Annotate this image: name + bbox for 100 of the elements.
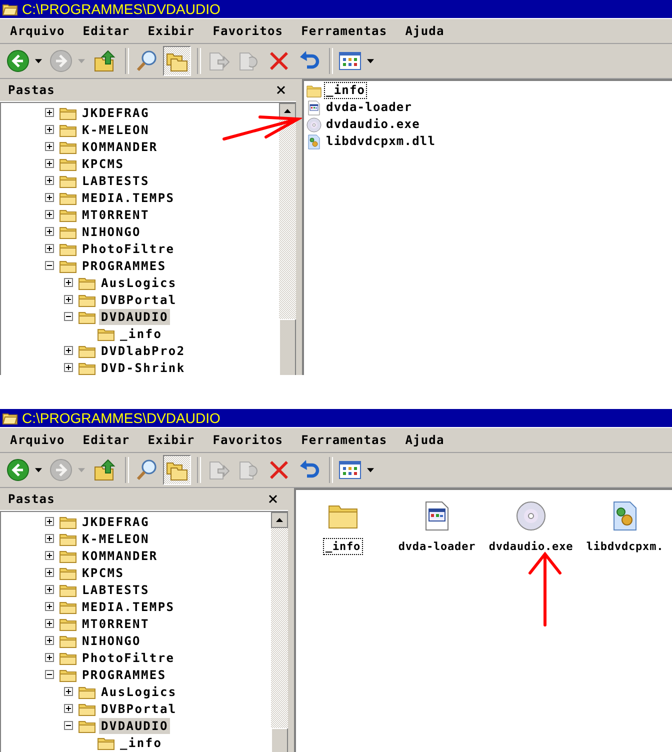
folder-icon [59,242,77,256]
expand-icon[interactable] [45,210,54,219]
file-item[interactable]: dvdaudio.exe [486,538,576,555]
menu-item[interactable]: Ajuda [395,24,452,38]
menu-item[interactable]: Favoritos [202,24,292,38]
expand-icon[interactable] [45,176,54,185]
expand-icon[interactable] [64,704,73,713]
tree-item[interactable]: NIHONGO [80,224,143,240]
expand-icon[interactable] [45,517,54,526]
back-icon[interactable] [6,49,30,73]
expand-icon[interactable] [64,346,73,355]
file-item[interactable]: dvda-loader [396,538,478,555]
expand-icon[interactable] [45,602,54,611]
menu-item[interactable]: Editar [72,24,138,38]
folder-icon [59,650,77,664]
caret-icon[interactable] [35,468,42,472]
expand-icon[interactable] [64,363,73,372]
expand-icon[interactable] [45,193,54,202]
expand-icon[interactable] [64,295,73,304]
collapse-icon[interactable] [45,670,54,679]
tree-item[interactable]: K-MELEON [80,530,152,546]
close-icon[interactable] [268,494,278,504]
expand-icon[interactable] [45,125,54,134]
tree-item[interactable]: KPCMS [80,564,126,580]
expand-icon[interactable] [45,227,54,236]
menu-item[interactable]: Editar [72,433,138,447]
expand-icon[interactable] [45,142,54,151]
expand-icon[interactable] [45,534,54,543]
disc-icon [515,500,547,532]
menu-item[interactable]: Exibir [138,433,203,447]
tree-item[interactable]: MEDIA.TEMPS [80,598,177,614]
disc-icon [306,116,322,132]
file-item[interactable]: dvda-loader [324,99,414,116]
expand-icon[interactable] [45,636,54,645]
caret-icon[interactable] [367,468,374,472]
menu-item[interactable]: Arquivo [0,24,73,38]
menu-item[interactable]: Ferramentas [291,24,396,38]
menu-item[interactable]: Exibir [138,24,203,38]
back-icon[interactable] [6,458,30,482]
tree-item[interactable]: DVDAUDIO [99,718,170,734]
file-item[interactable]: dvdaudio.exe [324,116,422,133]
tree-item[interactable]: DVD-Shrink [99,360,188,375]
close-icon[interactable] [276,85,286,95]
folder-icon [78,718,96,732]
caret-icon[interactable] [35,58,42,64]
tree-item[interactable]: PhotoFiltre [80,240,177,256]
tree-item[interactable]: NIHONGO [80,632,143,648]
collapse-icon[interactable] [64,312,73,321]
file-item[interactable]: libdvdcpxm.dll [324,133,438,150]
scroll-up-icon[interactable] [279,103,296,119]
file-item[interactable]: libdvdcpxm. [584,538,666,555]
collapse-icon[interactable] [45,261,54,270]
tree-item[interactable]: LABTESTS [80,172,152,188]
tree-item[interactable]: DVDAUDIO [99,308,170,324]
tree-item[interactable]: JKDEFRAG [80,104,152,120]
menu-item[interactable]: Ajuda [395,433,452,447]
tree-item[interactable]: PROGRAMMES [80,666,168,682]
scroll-up-icon[interactable] [271,512,288,528]
file-item[interactable]: _info [323,538,363,555]
tree-item[interactable]: DVDlabPro2 [99,342,188,358]
menu-item[interactable]: Favoritos [202,433,292,447]
tree-item[interactable]: PROGRAMMES [80,258,168,274]
scrollbar[interactable] [279,103,296,375]
expand-icon[interactable] [45,108,54,117]
tree-item[interactable]: KOMMANDER [80,138,160,154]
scrollbar[interactable] [271,512,288,752]
tree-item[interactable]: LABTESTS [80,582,152,598]
collapse-icon[interactable] [64,721,73,730]
expand-icon[interactable] [45,585,54,594]
tree-item[interactable]: MT0RRENT [80,616,152,632]
caret-icon[interactable] [367,58,374,64]
expand-icon[interactable] [64,687,73,696]
menu-item[interactable]: Arquivo [0,433,73,447]
tree-item[interactable]: KPCMS [80,156,126,172]
tree-item[interactable]: K-MELEON [80,122,152,138]
expand-icon[interactable] [45,244,54,253]
views-icon[interactable] [338,49,362,73]
tree-item[interactable]: KOMMANDER [80,548,160,564]
tree-item[interactable]: AusLogics [99,274,179,290]
tree-item[interactable]: AusLogics [99,684,179,700]
tree-item[interactable]: DVBPortal [99,292,179,308]
tree-item[interactable]: MT0RRENT [80,206,152,222]
folder-icon [59,140,77,154]
expand-icon[interactable] [64,278,73,287]
folder-icon [59,258,77,272]
app-window-icon [306,100,322,116]
expand-icon[interactable] [45,551,54,560]
tree-item[interactable]: PhotoFiltre [80,650,177,666]
tree-item[interactable]: JKDEFRAG [80,514,152,530]
expand-icon[interactable] [45,568,54,577]
tree-item[interactable]: _info [118,734,164,750]
tree-item[interactable]: DVBPortal [99,700,179,716]
expand-icon[interactable] [45,159,54,168]
views-icon[interactable] [338,458,362,482]
tree-item[interactable]: _info [118,326,164,342]
tree-item[interactable]: MEDIA.TEMPS [80,190,177,206]
expand-icon[interactable] [45,653,54,662]
file-item[interactable]: _info [324,82,368,99]
menu-item[interactable]: Ferramentas [291,433,396,447]
expand-icon[interactable] [45,619,54,628]
